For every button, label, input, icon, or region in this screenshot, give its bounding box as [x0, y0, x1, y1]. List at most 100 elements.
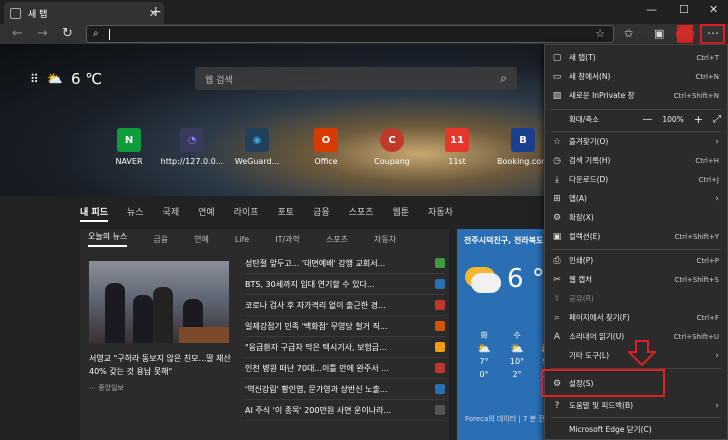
- menu-item-new-tab[interactable]: ▢ 새 탭(T) Ctrl+T: [545, 48, 727, 67]
- news-tab-it[interactable]: IT/과학: [275, 234, 300, 245]
- news-tab-sports[interactable]: 스포츠: [326, 234, 348, 245]
- read-aloud-icon: A: [553, 331, 561, 342]
- zoom-in-icon[interactable]: +: [694, 113, 703, 126]
- menu-item-apps[interactable]: ⊞ 앱(A) ›: [545, 189, 727, 208]
- menu-shortcut: Ctrl+T: [696, 53, 719, 62]
- list-item[interactable]: 코로나 검사 후 자가격리 없이 출근한 경...: [245, 295, 445, 316]
- minimize-icon[interactable]: —: [646, 3, 657, 16]
- close-window-icon[interactable]: ✕: [709, 3, 718, 16]
- today-news-card: 오늘의 뉴스 금융 연예 Life IT/과학 스포츠 자동차 서영교 "구하라…: [80, 229, 449, 440]
- forecast-high: 7°: [479, 357, 489, 366]
- list-item[interactable]: AI 주식 '이 종목' 200만원 사면 운이나라...: [245, 400, 445, 421]
- quick-link-tile[interactable]: ◔ http://127.0.0...: [160, 128, 224, 166]
- quick-link-tile[interactable]: N NAVER: [97, 128, 161, 166]
- news-source: ⋯ 중앙일보: [89, 384, 124, 392]
- favorites-bar-icon[interactable]: ✩: [624, 27, 633, 40]
- menu-item-web-capture[interactable]: ✂ 웹 캡처 Ctrl+Shift+S: [545, 270, 727, 289]
- zoom-out-icon[interactable]: —: [642, 114, 652, 125]
- fullscreen-icon[interactable]: ⤢: [713, 114, 721, 125]
- naver-icon: N: [117, 128, 141, 152]
- menu-item-share[interactable]: ⇪ 공유(R): [545, 289, 727, 308]
- news-title: '역신강림' 황인엽, 문가영과 상반신 노출...: [245, 384, 388, 394]
- main-headline[interactable]: 서영교 "구하라 동보지 않은 친모...딸 재산 40% 갖는 것 용납 못해…: [89, 352, 234, 378]
- forecast-day: 수 ⛅ 10° 2°: [503, 329, 531, 381]
- publisher-icon: [435, 384, 445, 394]
- new-tab-button[interactable]: +: [150, 4, 162, 20]
- menu-item-find[interactable]: ⌕ 페이지에서 찾기(F) Ctrl+F: [545, 308, 727, 327]
- menu-item-inprivate[interactable]: ▨ 새로운 InPrivate 창 Ctrl+Shift+N: [545, 86, 727, 105]
- menu-label: 웹 캡처: [569, 275, 593, 284]
- photo-figure: [153, 287, 173, 343]
- cloud-sun-icon: ⛅: [46, 71, 63, 87]
- news-tab-life[interactable]: Life: [235, 235, 249, 244]
- tab-finance[interactable]: 금융: [313, 205, 330, 222]
- tab-world[interactable]: 국제: [163, 205, 180, 222]
- tab-my-feed[interactable]: 내 피드: [80, 205, 108, 222]
- weguard-icon: ◉: [245, 128, 269, 152]
- app-launcher-icon[interactable]: ⠿: [30, 72, 39, 86]
- menu-item-zoom: 확대/축소 — 100% + ⤢: [545, 110, 727, 129]
- tab-news[interactable]: 뉴스: [127, 205, 144, 222]
- collections-icon: ▣: [552, 231, 562, 242]
- maximize-icon[interactable]: ☐: [679, 3, 689, 16]
- tab-new[interactable]: 새 탭 ✕: [4, 2, 164, 24]
- news-title: 일제강점기 민족 '백화점' 무영당 철거 직...: [245, 321, 388, 331]
- menu-label: 새 탭(T): [569, 53, 596, 62]
- favorite-star-icon[interactable]: ☆: [595, 27, 605, 40]
- menu-item-extensions[interactable]: ⚙ 확장(X): [545, 208, 727, 227]
- quick-link-tile[interactable]: C Coupang: [360, 128, 424, 166]
- coupang-icon: C: [380, 128, 404, 152]
- tab-entertainment[interactable]: 연예: [198, 205, 215, 222]
- menu-divider: [551, 417, 721, 418]
- weather-source: Foreca의 데이터 | 7 분 전: [465, 415, 545, 423]
- tab-favicon-icon: [10, 7, 21, 19]
- tile-label: NAVER: [115, 157, 143, 166]
- partly-cloudy-icon: ⛅: [510, 342, 524, 355]
- tab-sports[interactable]: 스포츠: [349, 205, 374, 222]
- news-photo[interactable]: [89, 261, 229, 343]
- menu-item-downloads[interactable]: ⤓ 다운로드(D) Ctrl+J: [545, 170, 727, 189]
- forecast-day-label: 화: [480, 331, 488, 340]
- weather-widget[interactable]: ⠿ ⛅ 6 ℃: [30, 70, 102, 88]
- menu-shortcut: Ctrl+Shift+U: [673, 332, 719, 341]
- web-search-box[interactable]: 웹 검색 ⌕: [195, 67, 517, 90]
- list-item[interactable]: BTS, 30세까지 입대 연기할 수 있다...: [245, 274, 445, 295]
- list-item[interactable]: 일제강점기 민족 '백화점' 무영당 철거 직...: [245, 316, 445, 337]
- photo-figure: [133, 295, 153, 343]
- list-item[interactable]: '역신강림' 황인엽, 문가영과 상반신 노출...: [245, 379, 445, 400]
- list-item[interactable]: 인천 병원 떠난 70대...이틀 만에 완주서 ...: [245, 358, 445, 379]
- collections-icon[interactable]: ▣: [654, 27, 664, 40]
- tab-auto[interactable]: 자동차: [428, 205, 453, 222]
- list-item[interactable]: 성탄절 앞두고... '대면예배' 강행 교회서...: [245, 253, 445, 274]
- news-tab-auto[interactable]: 자동차: [374, 234, 396, 245]
- news-tab-finance[interactable]: 금융: [153, 234, 168, 245]
- search-icon[interactable]: ⌕: [500, 71, 507, 86]
- partly-cloudy-icon: ⛅: [477, 342, 491, 355]
- menu-item-collections[interactable]: ▣ 컬렉션(E) Ctrl+Shift+Y: [545, 227, 727, 246]
- news-tab-today[interactable]: 오늘의 뉴스: [88, 231, 128, 247]
- news-title: BTS, 30세까지 입대 연기할 수 있다...: [245, 279, 375, 289]
- address-bar[interactable]: ⌕ ☆: [86, 25, 614, 43]
- refresh-icon[interactable]: ↻: [62, 26, 73, 41]
- history-icon: ◷: [553, 155, 561, 166]
- quick-link-tile[interactable]: 11 11st: [425, 128, 489, 166]
- quick-link-tile[interactable]: O Office: [294, 128, 358, 166]
- menu-item-help[interactable]: ? 도움말 및 피드백(B) ›: [545, 396, 727, 415]
- news-tab-entertainment[interactable]: 연예: [194, 234, 209, 245]
- menu-item-print[interactable]: ⎙ 인쇄(P) Ctrl+P: [545, 251, 727, 270]
- menu-item-new-window[interactable]: ▭ 새 창에서(N) Ctrl+N: [545, 67, 727, 86]
- quick-link-tile[interactable]: ◉ WeGuard...: [225, 128, 289, 166]
- tab-photo[interactable]: 포토: [278, 205, 295, 222]
- menu-label: 페이지에서 찾기(F): [569, 313, 630, 322]
- forward-icon[interactable]: →: [37, 26, 48, 41]
- menu-label: 검색 기록(H): [569, 156, 611, 165]
- tab-life[interactable]: 라이프: [234, 205, 259, 222]
- menu-item-favorites[interactable]: ☆ 즐겨찾기(O) ›: [545, 132, 727, 151]
- extensions-icon: ⚙: [552, 212, 562, 223]
- weather-card[interactable]: 전주시덕진구, 전라북도 6 ° 화 ⛅ 7° 0° 수 ⛅ 10° 2° 목 …: [457, 229, 554, 440]
- menu-item-close-edge[interactable]: Microsoft Edge 닫기(C): [545, 420, 727, 439]
- back-icon[interactable]: ←: [12, 26, 23, 41]
- menu-item-history[interactable]: ◷ 검색 기록(H) Ctrl+H: [545, 151, 727, 170]
- list-item[interactable]: "응급환자 구급차 막은 택시기사, 보험금...: [245, 337, 445, 358]
- tab-webtoon[interactable]: 웹툰: [392, 205, 409, 222]
